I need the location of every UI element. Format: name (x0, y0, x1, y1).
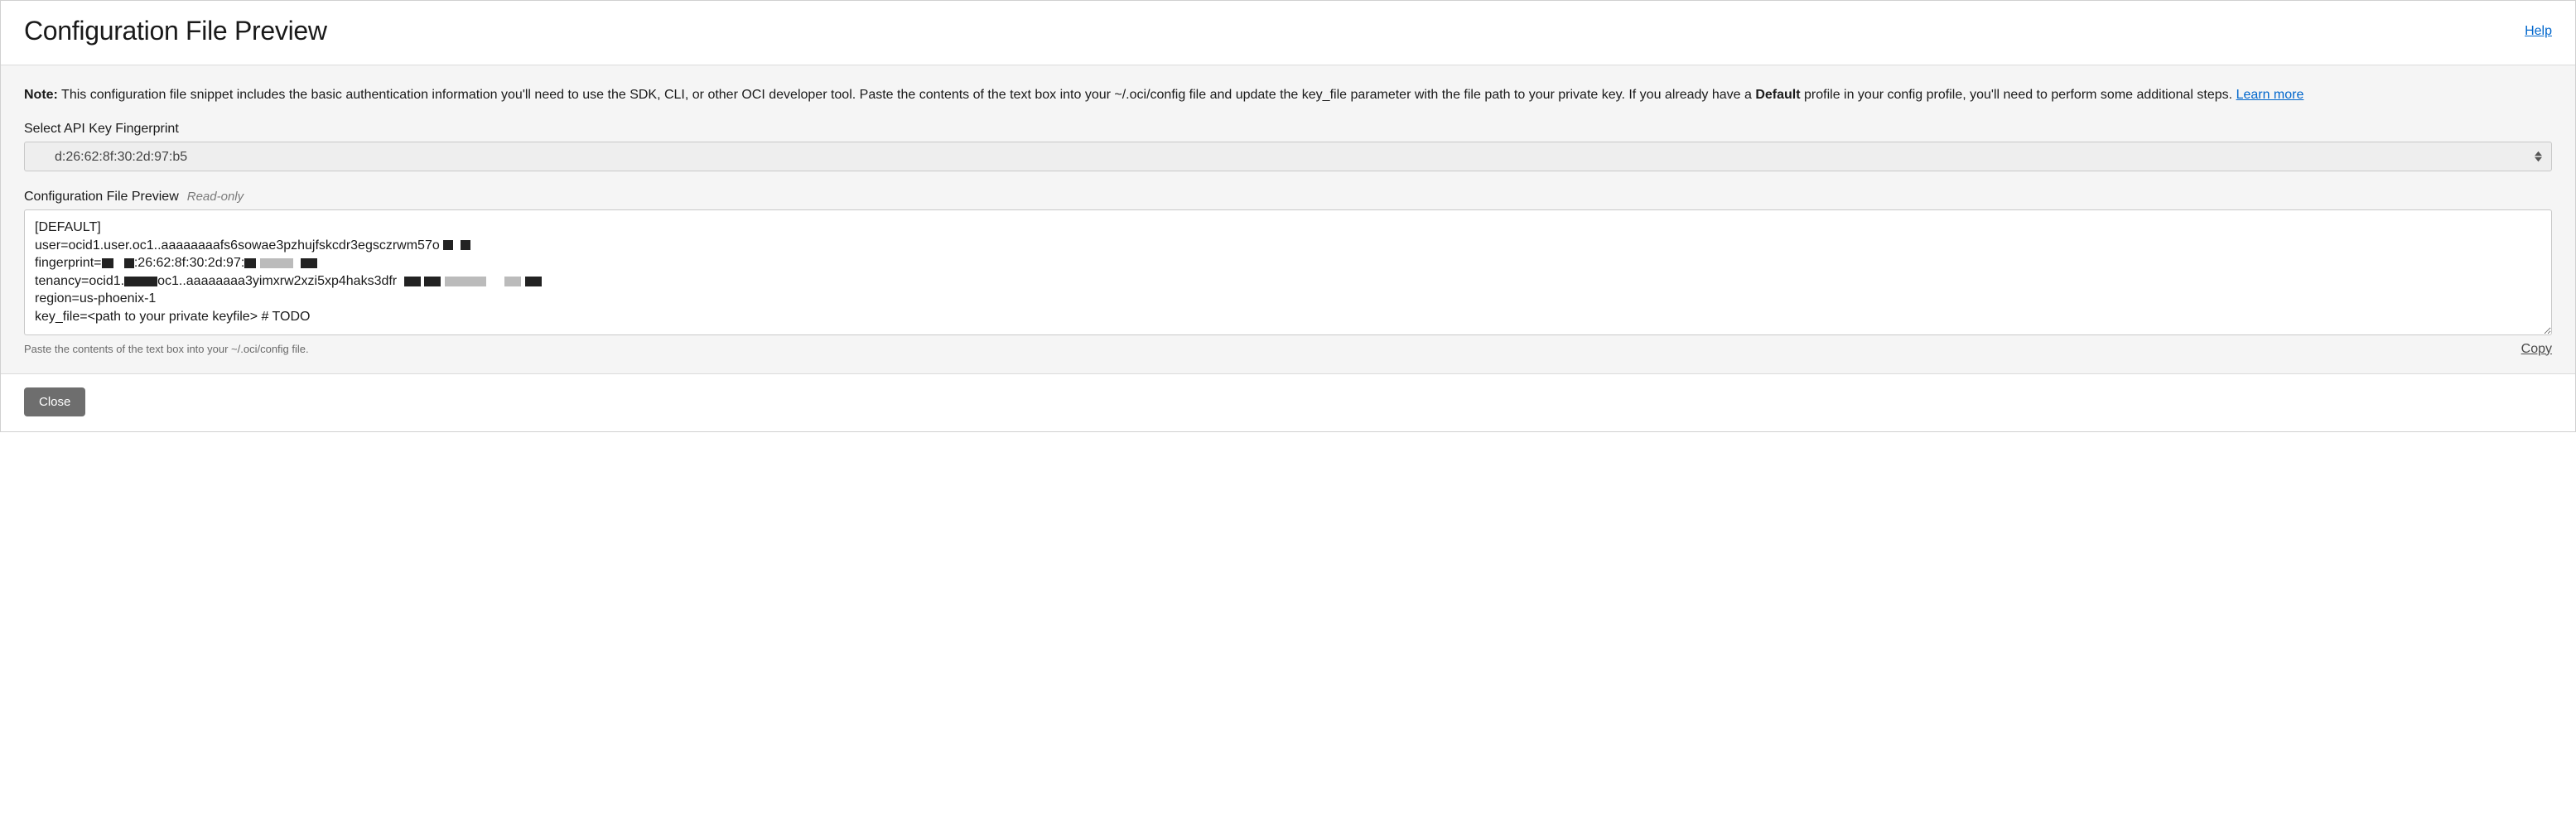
hint-text: Paste the contents of the text box into … (24, 343, 309, 355)
fingerprint-label: Select API Key Fingerprint (24, 122, 2552, 137)
fingerprint-select[interactable]: d:26:62:8f:30:2d:97:b5 (24, 142, 2552, 171)
redacted-block (404, 277, 421, 286)
preview-label-row: Configuration File Preview Read-only (24, 190, 2552, 204)
close-button[interactable]: Close (24, 387, 85, 416)
note-body-1: This configuration file snippet includes… (58, 88, 1755, 102)
fingerprint-select-wrapper: d:26:62:8f:30:2d:97:b5 (24, 142, 2552, 171)
note-text: Note: This configuration file snippet in… (24, 85, 2552, 105)
config-line-5: region=us-phoenix-1 (35, 290, 2541, 308)
redacted-block (461, 240, 470, 250)
redacted-block (525, 277, 542, 286)
redacted-block (445, 277, 486, 286)
config-line-4: tenancy=ocid1.oc1..aaaaaaaa3yimxrw2xzi5x… (35, 272, 2541, 291)
note-default-word: Default (1755, 88, 1800, 102)
config-line-2: user=ocid1.user.oc1..aaaaaaaafs6sowae3pz… (35, 237, 2541, 255)
note-prefix: Note: (24, 88, 58, 102)
redacted-block (504, 277, 521, 286)
redacted-block (102, 258, 113, 268)
dialog-footer: Close (1, 374, 2575, 431)
config-preview-textarea[interactable]: [DEFAULT] user=ocid1.user.oc1..aaaaaaaaf… (24, 209, 2552, 335)
redacted-block (424, 277, 441, 286)
help-link[interactable]: Help (2525, 24, 2552, 39)
config-line-3: fingerprint= :26:62:8f:30:2d:97: (35, 254, 2541, 272)
redacted-block (124, 258, 134, 268)
config-preview-dialog: Configuration File Preview Help Note: Th… (0, 0, 2576, 432)
learn-more-link[interactable]: Learn more (2236, 88, 2304, 102)
dialog-title: Configuration File Preview (24, 16, 327, 46)
dialog-body: Note: This configuration file snippet in… (1, 65, 2575, 374)
config-line-1: [DEFAULT] (35, 219, 2541, 237)
copy-link[interactable]: Copy (2521, 342, 2552, 357)
dialog-header: Configuration File Preview Help (1, 1, 2575, 65)
redacted-block (301, 258, 317, 268)
redacted-block (244, 258, 256, 268)
readonly-tag: Read-only (187, 190, 244, 204)
redacted-block (124, 277, 157, 286)
preview-label: Configuration File Preview (24, 190, 179, 204)
redacted-block (260, 258, 293, 268)
hint-row: Paste the contents of the text box into … (24, 342, 2552, 357)
config-line-6: key_file=<path to your private keyfile> … (35, 308, 2541, 326)
note-body-2: profile in your config profile, you'll n… (1801, 88, 2236, 102)
redacted-block (443, 240, 453, 250)
